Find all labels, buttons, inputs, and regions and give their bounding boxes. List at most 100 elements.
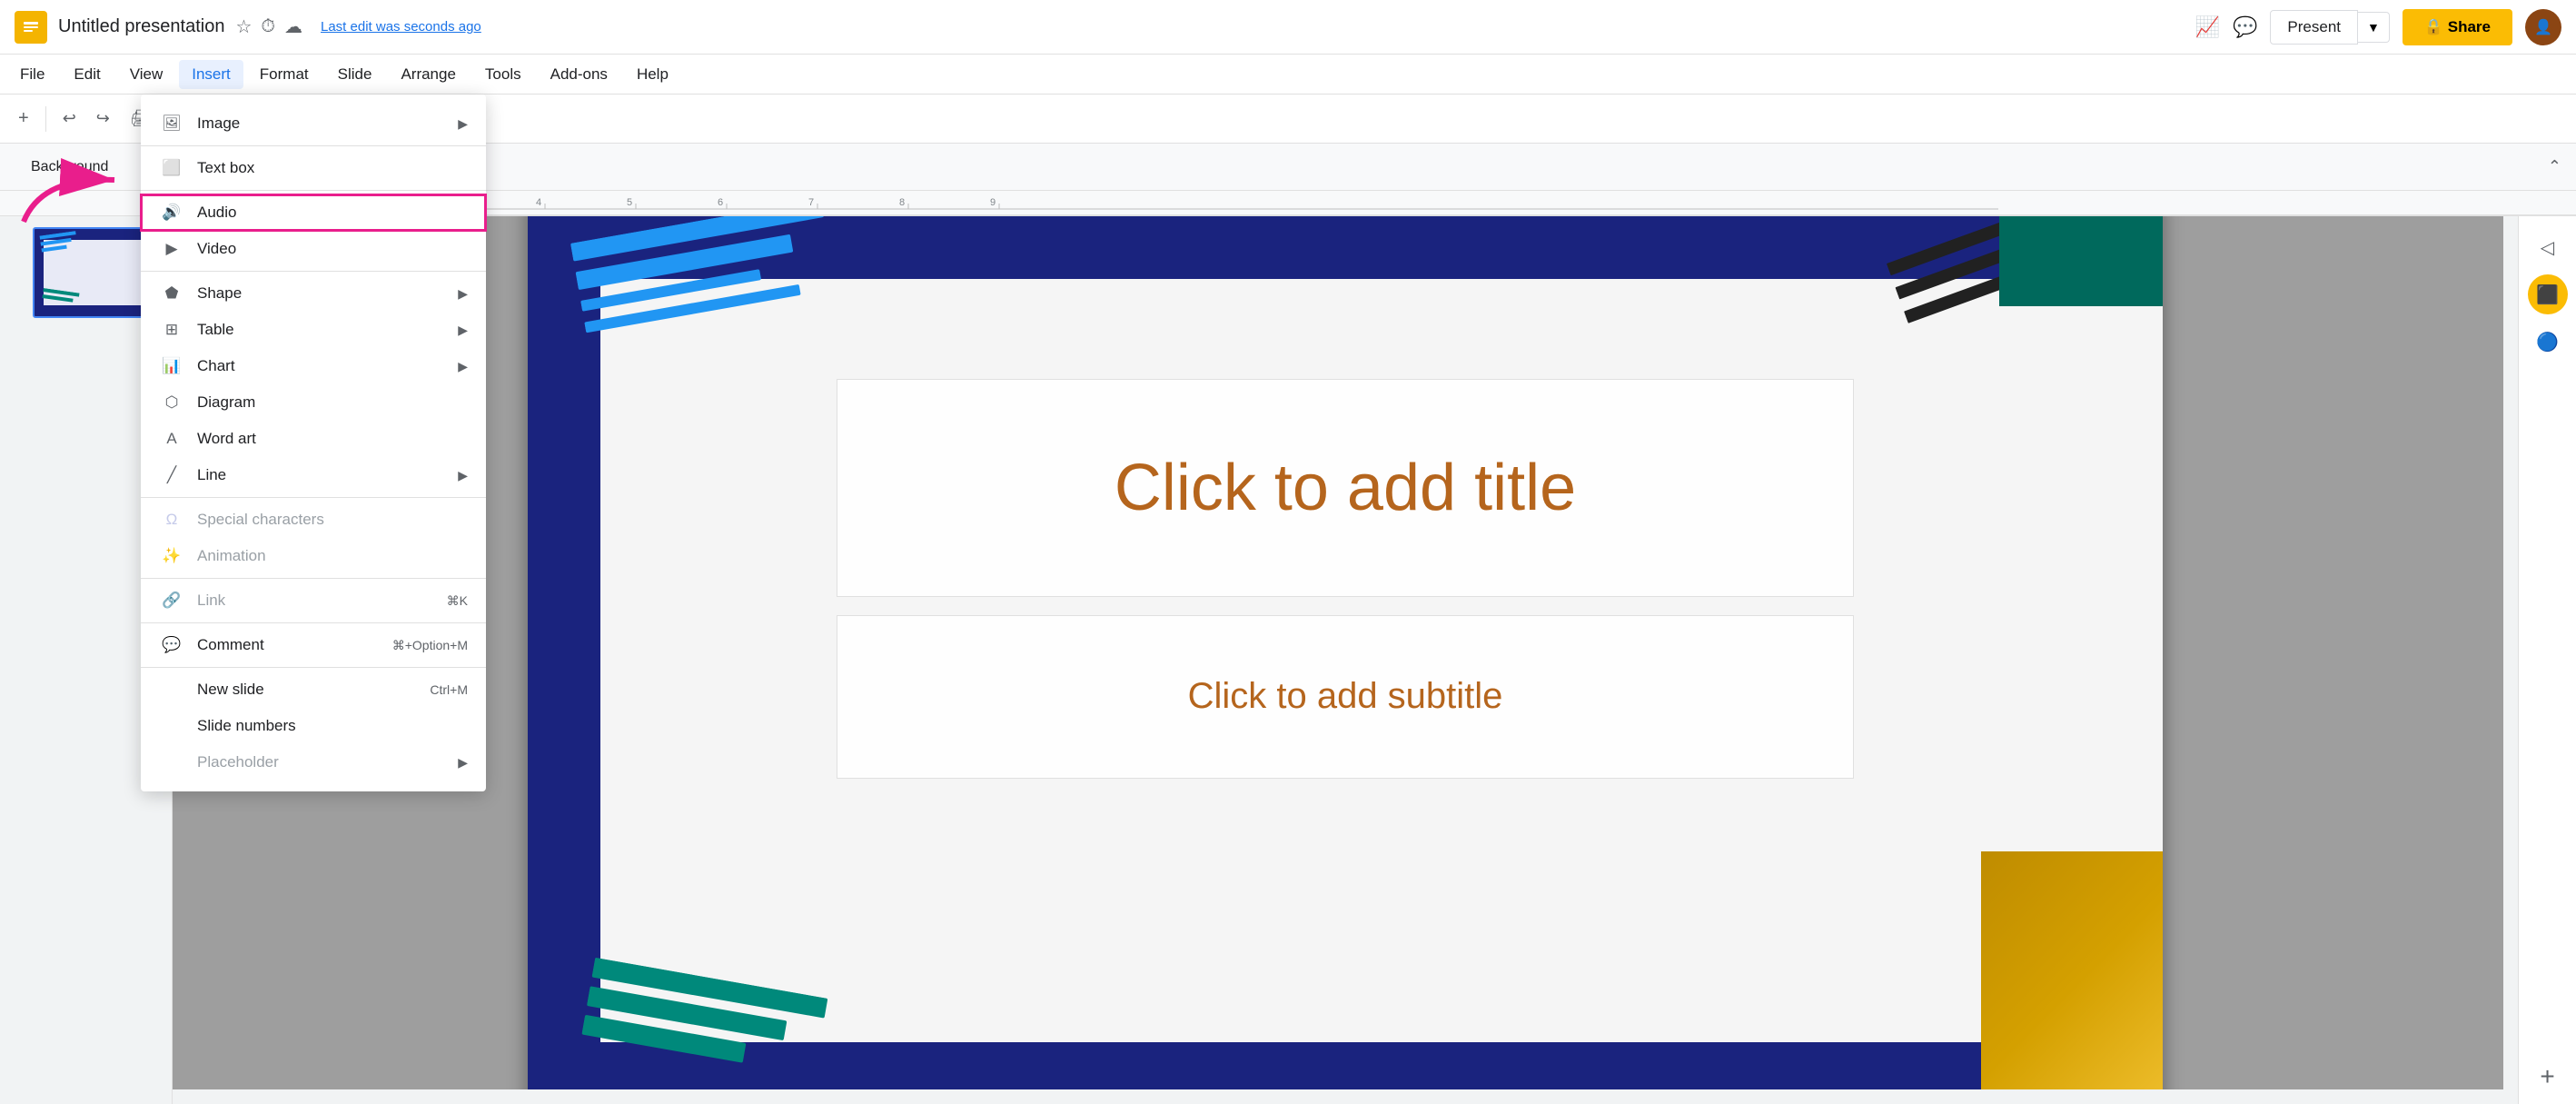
textbox-icon: ⬜ bbox=[159, 159, 184, 177]
shape-arrow: ▶ bbox=[458, 286, 468, 302]
menu-item-textbox[interactable]: ⬜ Text box bbox=[141, 150, 486, 186]
menu-format[interactable]: Format bbox=[247, 60, 322, 89]
right-sidebar: ◁ ⬛ 🔵 + bbox=[2518, 216, 2576, 1104]
collapse-btn[interactable]: ⌃ bbox=[2548, 157, 2561, 176]
menu-item-table[interactable]: ⊞ Table ▶ bbox=[141, 312, 486, 348]
subtitle-text: Click to add subtitle bbox=[1188, 676, 1503, 717]
image-icon: 🖼 bbox=[159, 114, 184, 133]
special-chars-label: Special characters bbox=[197, 511, 324, 529]
present-dropdown-btn[interactable]: ▼ bbox=[2358, 12, 2390, 43]
comments-icon[interactable]: 💬 bbox=[2233, 15, 2257, 39]
menu-item-image[interactable]: 🖼 Image ▶ bbox=[141, 105, 486, 142]
placeholder-arrow: ▶ bbox=[458, 755, 468, 771]
textbox-label: Text box bbox=[197, 159, 254, 177]
special-chars-icon: Ω bbox=[159, 511, 184, 529]
menu-arrange[interactable]: Arrange bbox=[388, 60, 468, 89]
menu-item-slide-numbers[interactable]: Slide numbers bbox=[141, 708, 486, 744]
present-button[interactable]: Present bbox=[2270, 10, 2358, 45]
insert-dropdown-menu: 🖼 Image ▶ ⬜ Text box 🔊 Audio ▶ Video ⬟ S… bbox=[141, 94, 486, 791]
menu-help[interactable]: Help bbox=[624, 60, 681, 89]
title-placeholder[interactable]: Click to add title bbox=[837, 379, 1854, 597]
star-icon[interactable]: ☆ bbox=[235, 15, 252, 38]
menu-item-shape[interactable]: ⬟ Shape ▶ bbox=[141, 275, 486, 312]
undo-btn[interactable]: ↩ bbox=[55, 104, 84, 134]
menu-addons[interactable]: Add-ons bbox=[538, 60, 620, 89]
slide-stripes-blue bbox=[570, 216, 903, 404]
horizontal-scrollbar[interactable] bbox=[173, 1089, 2503, 1104]
chart-label: Chart bbox=[197, 357, 235, 375]
table-arrow: ▶ bbox=[458, 323, 468, 338]
svg-text:8: 8 bbox=[899, 197, 905, 208]
slide-canvas: Click to add title Click to add subtitle bbox=[528, 216, 2163, 1104]
subtitle-placeholder[interactable]: Click to add subtitle bbox=[837, 615, 1854, 779]
menu-item-diagram[interactable]: ⬡ Diagram bbox=[141, 384, 486, 421]
sidebar-add-btn[interactable]: + bbox=[2531, 1060, 2564, 1093]
teal-corner bbox=[1999, 216, 2163, 306]
svg-text:4: 4 bbox=[536, 197, 541, 208]
menu-tools[interactable]: Tools bbox=[472, 60, 534, 89]
menu-item-link: 🔗 Link ⌘K bbox=[141, 582, 486, 619]
shape-label: Shape bbox=[197, 284, 242, 303]
doc-title[interactable]: Untitled presentation bbox=[58, 16, 224, 37]
line-label: Line bbox=[197, 466, 226, 484]
menu-view[interactable]: View bbox=[117, 60, 176, 89]
menu-section-comment: 💬 Comment ⌘+Option+M bbox=[141, 623, 486, 668]
comment-icon: 💬 bbox=[159, 636, 184, 654]
sidebar-yellow-icon[interactable]: ⬛ bbox=[2528, 274, 2568, 314]
menu-slide[interactable]: Slide bbox=[325, 60, 385, 89]
menu-file[interactable]: File bbox=[7, 60, 57, 89]
table-icon: ⊞ bbox=[159, 321, 184, 339]
menu-item-wordart[interactable]: A Word art bbox=[141, 421, 486, 457]
menu-section-chars: Ω Special characters ✨ Animation bbox=[141, 498, 486, 579]
analytics-icon[interactable]: 📈 bbox=[2195, 15, 2220, 39]
slide-stripes-teal bbox=[573, 957, 846, 1104]
new-slide-label: New slide bbox=[197, 681, 264, 699]
image-arrow: ▶ bbox=[458, 116, 468, 132]
line-arrow: ▶ bbox=[458, 468, 468, 483]
background-btn[interactable]: Background bbox=[15, 152, 124, 183]
app-logo bbox=[15, 11, 47, 44]
canvas-area[interactable]: Click to add title Click to add subtitle bbox=[173, 216, 2518, 1104]
menu-edit[interactable]: Edit bbox=[61, 60, 113, 89]
slide-numbers-label: Slide numbers bbox=[197, 717, 296, 735]
link-icon: 🔗 bbox=[159, 592, 184, 610]
table-label: Table bbox=[197, 321, 234, 339]
line-icon: ╱ bbox=[159, 466, 184, 484]
avatar[interactable]: 👤 bbox=[2525, 9, 2561, 45]
link-shortcut: ⌘K bbox=[447, 593, 468, 609]
sidebar-expand-icon[interactable]: ◁ bbox=[2528, 227, 2568, 267]
chart-icon: 📊 bbox=[159, 357, 184, 375]
menu-item-line[interactable]: ╱ Line ▶ bbox=[141, 457, 486, 493]
image-label: Image bbox=[197, 114, 240, 133]
menu-section-image: 🖼 Image ▶ bbox=[141, 102, 486, 146]
menu-section-audio: 🔊 Audio ▶ Video bbox=[141, 191, 486, 272]
redo-btn[interactable]: ↪ bbox=[89, 104, 117, 134]
menu-item-audio[interactable]: 🔊 Audio bbox=[141, 194, 486, 231]
audio-icon: 🔊 bbox=[159, 204, 184, 222]
menu-bar: File Edit View Insert Format Slide Arran… bbox=[0, 55, 2576, 94]
menu-item-video[interactable]: ▶ Video bbox=[141, 231, 486, 267]
title-right: 📈 💬 Present ▼ 🔒 Share 👤 bbox=[2195, 9, 2561, 45]
svg-text:7: 7 bbox=[808, 197, 814, 208]
menu-section-link: 🔗 Link ⌘K bbox=[141, 579, 486, 623]
menu-section-shapes: ⬟ Shape ▶ ⊞ Table ▶ 📊 Chart ▶ ⬡ Diagram … bbox=[141, 272, 486, 498]
toolbar-sep-1 bbox=[45, 106, 46, 132]
menu-item-comment[interactable]: 💬 Comment ⌘+Option+M bbox=[141, 627, 486, 663]
svg-text:9: 9 bbox=[990, 197, 996, 208]
diagram-icon: ⬡ bbox=[159, 393, 184, 412]
menu-item-new-slide[interactable]: New slide Ctrl+M bbox=[141, 671, 486, 708]
share-button[interactable]: 🔒 Share bbox=[2403, 9, 2512, 45]
sidebar-blue-icon[interactable]: 🔵 bbox=[2528, 322, 2568, 362]
comment-label: Comment bbox=[197, 636, 264, 654]
vertical-scrollbar[interactable] bbox=[2503, 216, 2518, 1104]
wordart-icon: A bbox=[159, 430, 184, 448]
new-btn[interactable]: + bbox=[11, 103, 36, 134]
title-icons: ☆ ⏱ ☁ bbox=[235, 15, 302, 38]
svg-text:5: 5 bbox=[627, 197, 632, 208]
history-icon[interactable]: ⏱ bbox=[261, 16, 275, 37]
cloud-icon[interactable]: ☁ bbox=[284, 15, 302, 38]
wordart-label: Word art bbox=[197, 430, 256, 448]
menu-item-chart[interactable]: 📊 Chart ▶ bbox=[141, 348, 486, 384]
shape-icon: ⬟ bbox=[159, 284, 184, 303]
menu-insert[interactable]: Insert bbox=[179, 60, 243, 89]
